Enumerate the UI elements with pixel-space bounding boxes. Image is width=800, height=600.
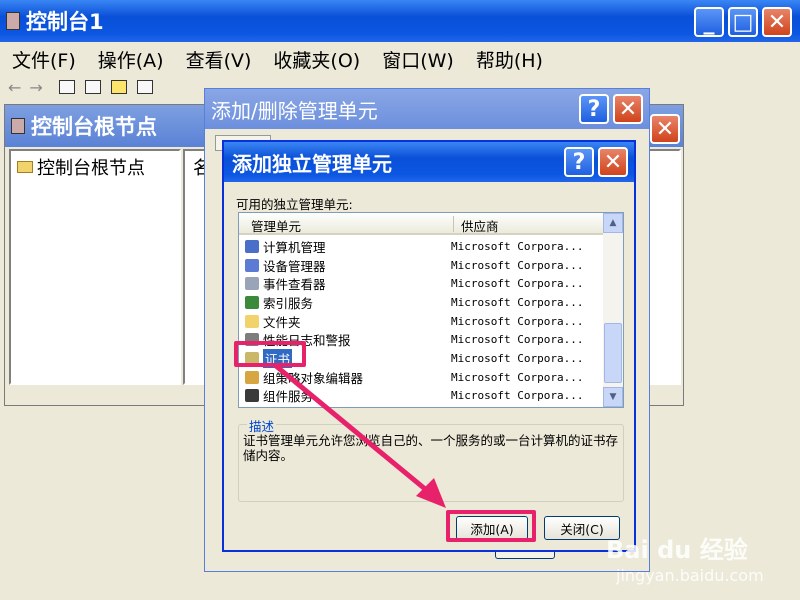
annotation-arrow <box>273 363 446 508</box>
watermark-logo: Bai du 经验 <box>606 536 748 564</box>
watermark-url: jingyan.baidu.com <box>616 566 764 585</box>
